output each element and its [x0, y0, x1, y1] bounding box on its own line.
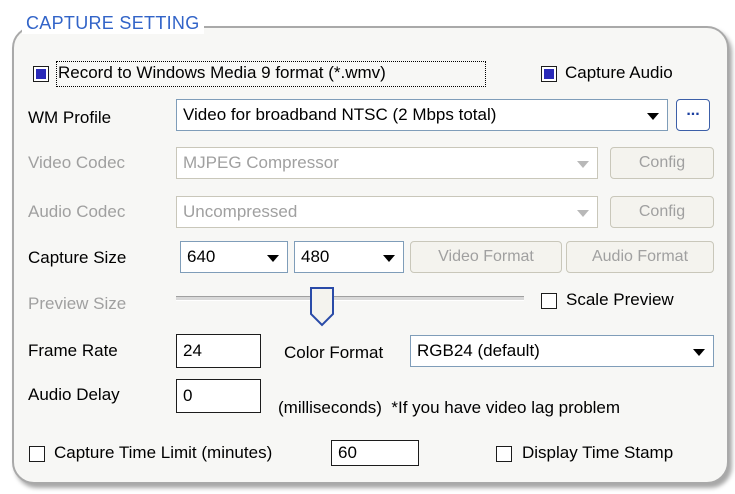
chevron-down-icon[interactable]	[262, 245, 284, 269]
video-codec-config-button[interactable]: Config	[610, 147, 714, 179]
wm-profile-browse-button[interactable]: ...	[676, 99, 710, 131]
audio-delay-note: (milliseconds) *If you have video lag pr…	[278, 398, 621, 417]
record-wmv-label[interactable]: Record to Windows Media 9 format (*.wmv)	[58, 63, 386, 83]
wm-profile-label: WM Profile	[28, 108, 112, 127]
video-codec-select[interactable]: MJPEG Compressor	[176, 147, 598, 179]
capture-size-label: Capture Size	[28, 248, 127, 267]
time-limit-label[interactable]: Capture Time Limit (minutes)	[54, 443, 272, 463]
chevron-down-icon[interactable]	[572, 200, 594, 224]
time-limit-checkbox[interactable]	[29, 446, 45, 462]
video-codec-label: Video Codec	[28, 153, 126, 172]
audio-codec-value: Uncompressed	[183, 202, 298, 221]
capture-audio-checkbox[interactable]	[541, 66, 557, 82]
capture-height-select[interactable]: 480	[294, 241, 404, 273]
frame-rate-value: 24	[183, 341, 202, 360]
video-format-button[interactable]: Video Format	[410, 241, 562, 273]
preview-size-label: Preview Size	[28, 294, 127, 313]
audio-delay-value: 0	[183, 386, 193, 405]
capture-height-value: 480	[301, 247, 330, 266]
preview-size-slider-track[interactable]	[176, 296, 524, 301]
group-title: CAPTURE SETTING	[22, 13, 204, 34]
chevron-down-icon[interactable]	[642, 103, 664, 127]
chevron-down-icon[interactable]	[688, 339, 710, 363]
time-limit-value: 60	[338, 443, 357, 462]
frame-rate-label: Frame Rate	[28, 341, 118, 360]
audio-format-button[interactable]: Audio Format	[566, 241, 714, 273]
audio-delay-input[interactable]: 0	[176, 379, 261, 413]
capture-width-value: 640	[187, 247, 216, 266]
capture-audio-label[interactable]: Capture Audio	[565, 63, 673, 83]
video-codec-value: MJPEG Compressor	[183, 153, 339, 172]
display-time-stamp-checkbox[interactable]	[496, 446, 512, 462]
wm-profile-select[interactable]: Video for broadband NTSC (2 Mbps total)	[176, 99, 668, 131]
color-format-value: RGB24 (default)	[417, 341, 540, 360]
capture-width-select[interactable]: 640	[180, 241, 288, 273]
audio-codec-label: Audio Codec	[28, 202, 126, 221]
chevron-down-icon[interactable]	[572, 151, 594, 175]
color-format-select[interactable]: RGB24 (default)	[410, 335, 714, 367]
display-time-stamp-label[interactable]: Display Time Stamp	[522, 443, 673, 463]
frame-rate-input[interactable]: 24	[176, 334, 261, 368]
time-limit-input[interactable]: 60	[331, 440, 419, 466]
preview-size-slider-thumb[interactable]	[308, 286, 336, 328]
chevron-down-icon[interactable]	[378, 245, 400, 269]
audio-delay-label: Audio Delay	[28, 385, 120, 404]
audio-codec-select[interactable]: Uncompressed	[176, 196, 598, 228]
scale-preview-checkbox[interactable]	[541, 293, 557, 309]
color-format-label: Color Format	[284, 343, 384, 362]
scale-preview-label[interactable]: Scale Preview	[566, 290, 674, 310]
audio-codec-config-button[interactable]: Config	[610, 196, 714, 228]
record-wmv-checkbox[interactable]	[33, 66, 49, 82]
wm-profile-value: Video for broadband NTSC (2 Mbps total)	[183, 105, 497, 124]
